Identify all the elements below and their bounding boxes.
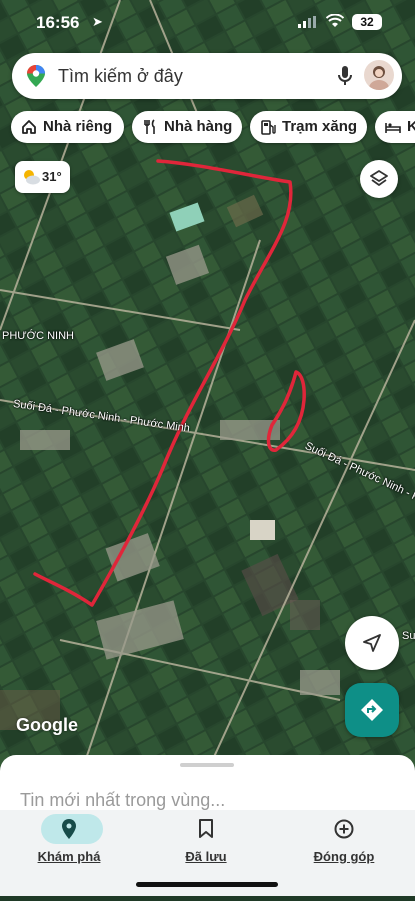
battery-indicator: 32 [352, 14, 382, 30]
bottom-navigation: Khám phá Đã lưu Đóng góp [0, 810, 415, 896]
directions-button[interactable] [345, 683, 399, 737]
partly-cloudy-icon [24, 170, 40, 185]
chip-label: K [407, 118, 415, 135]
google-maps-pin-icon [27, 65, 45, 87]
search-placeholder[interactable]: Tìm kiếm ở đây [58, 66, 183, 87]
nav-label: Đã lưu [185, 849, 227, 864]
chip-tram-xang[interactable]: Trạm xăng [250, 111, 367, 143]
layers-button[interactable] [360, 160, 398, 198]
nav-tab-saved[interactable]: Đã lưu [151, 810, 261, 870]
directions-icon [361, 699, 383, 721]
location-arrow-icon: ➤ [92, 14, 103, 29]
chip-nha-hang[interactable]: Nhà hàng [132, 111, 242, 143]
restaurant-icon [144, 119, 155, 134]
home-indicator [136, 882, 278, 887]
cellular-signal-icon [298, 16, 316, 28]
map-label-partial: Su [402, 630, 415, 642]
chip-label: Nhà riêng [43, 118, 113, 135]
wifi-icon [326, 14, 344, 27]
status-time: 16:56 [36, 13, 80, 32]
add-circle-icon [334, 819, 354, 839]
nav-tab-contribute[interactable]: Đóng góp [289, 810, 399, 870]
chip-label: Nhà hàng [164, 118, 233, 135]
temperature: 31° [42, 169, 62, 184]
nav-label: Đóng góp [313, 849, 375, 864]
microphone-icon[interactable] [336, 65, 354, 87]
map-label-phuoc-ninh: PHƯỚC NINH [2, 330, 74, 342]
bookmark-icon [199, 819, 213, 838]
layers-icon [370, 170, 388, 186]
sheet-handle[interactable] [180, 763, 234, 767]
account-avatar[interactable] [364, 60, 394, 90]
nav-tab-explore[interactable]: Khám phá [14, 810, 124, 870]
chip-nha-rieng[interactable]: Nhà riêng [11, 111, 124, 143]
status-bar: 16:56 ➤ 32 [0, 0, 415, 46]
chip-label: Trạm xăng [282, 118, 358, 135]
navigation-arrow-icon [363, 634, 381, 652]
weather-badge[interactable]: 31° [15, 161, 70, 193]
sheet-title: Tin mới nhất trong vùng... [20, 790, 226, 810]
home-icon [22, 120, 36, 134]
chip-khach-san[interactable]: K [375, 111, 415, 143]
google-attribution: Google [16, 715, 78, 735]
search-bar[interactable]: Tìm kiếm ở đây [12, 53, 402, 99]
hotel-icon [385, 123, 401, 133]
explore-sheet[interactable]: Tin mới nhất trong vùng... [0, 755, 415, 815]
explore-pin-icon [62, 819, 76, 839]
gas-station-icon [261, 120, 276, 135]
nav-label: Khám phá [37, 849, 101, 864]
my-location-button[interactable] [345, 616, 399, 670]
